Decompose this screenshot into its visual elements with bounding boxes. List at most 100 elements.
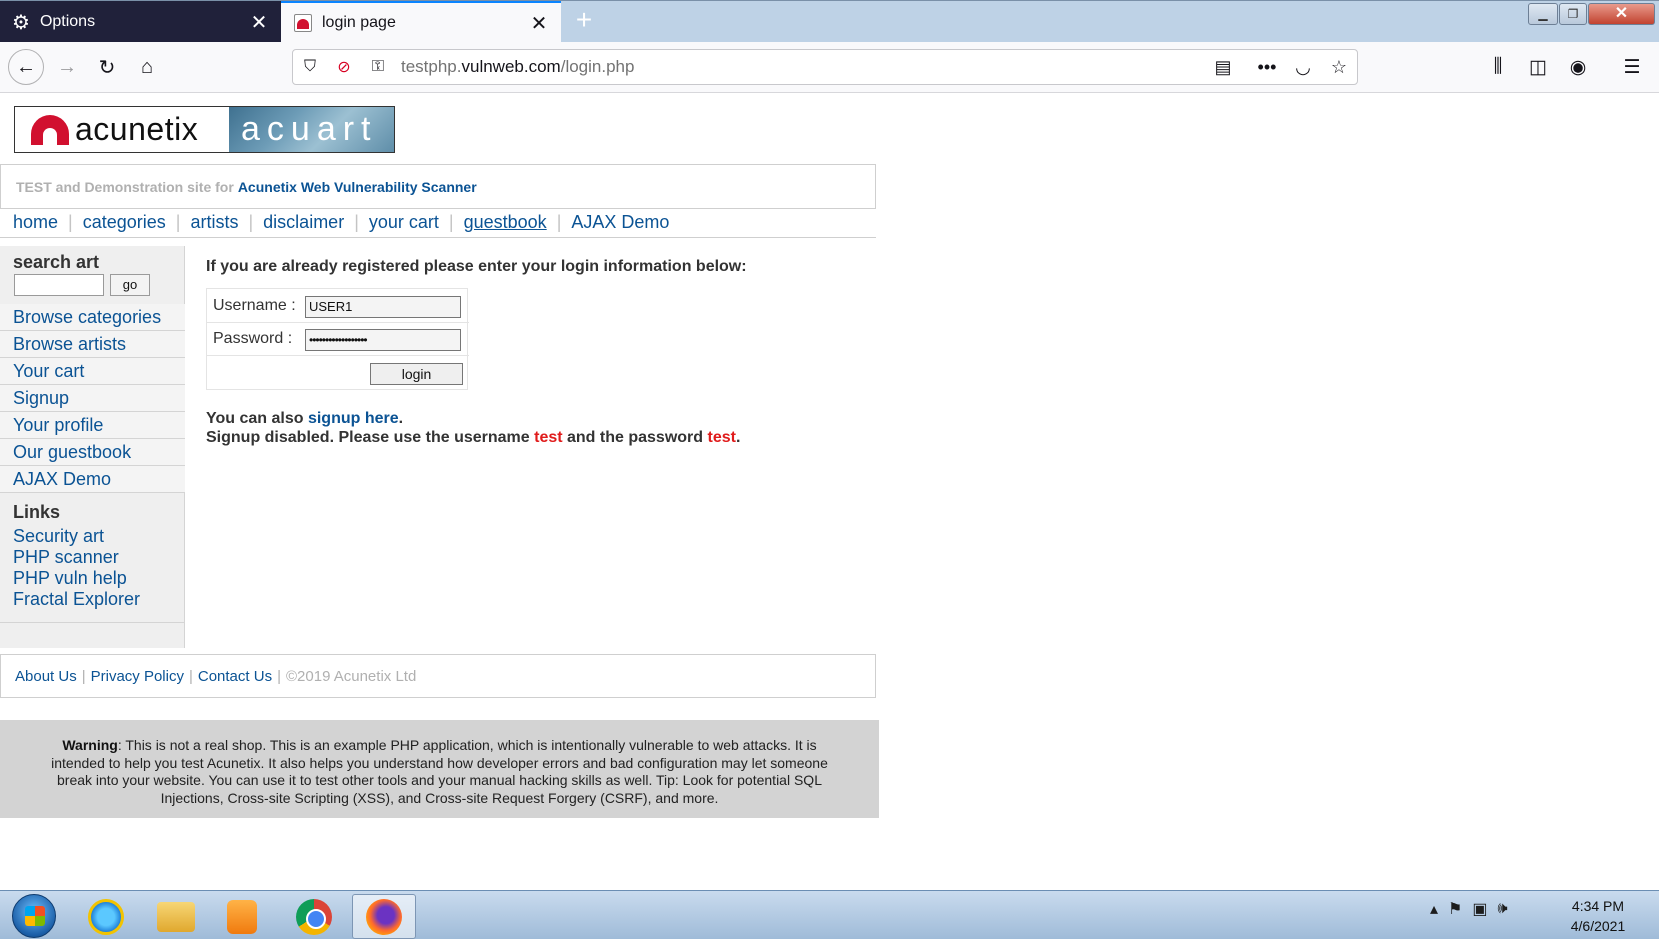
test-password: test — [707, 429, 736, 446]
acunetix-favicon-icon — [294, 14, 312, 32]
sidebar-item-ajax-demo[interactable]: AJAX Demo — [0, 466, 185, 493]
web-page: acunetix acuart TEST and Demonstration s… — [0, 93, 1659, 890]
nav-guestbook[interactable]: guestbook — [464, 212, 547, 233]
media-player-icon[interactable] — [210, 894, 274, 939]
nav-disclaimer[interactable]: disclaimer — [263, 212, 344, 233]
page-footer: About Us | Privacy Policy | Contact Us | ©2… — [0, 654, 876, 698]
sidebar-item-browse-artists[interactable]: Browse artists — [0, 331, 185, 358]
windows-taskbar: ▴ ⚑ ▣ 🕪 4:34 PM 4/6/2021 — [0, 890, 1659, 939]
url-text[interactable]: testphp.vulnweb.com/login.php — [401, 57, 1205, 77]
acunetix-wordmark: acunetix — [75, 111, 199, 147]
signup-text: You can also signup here. — [206, 410, 404, 427]
login-button[interactable]: login — [370, 363, 463, 385]
nav-ajax-demo[interactable]: AJAX Demo — [571, 212, 669, 233]
password-row: Password : •••••••••••••••••• — [207, 322, 469, 356]
tab-login-page[interactable]: login page ✕ — [281, 1, 561, 43]
firefox-icon[interactable] — [352, 894, 416, 939]
start-button[interactable] — [12, 894, 56, 938]
username-field[interactable]: USER1 — [305, 296, 461, 318]
clock[interactable]: 4:34 PM 4/6/2021 — [1553, 896, 1643, 936]
tagline: TEST and Demonstration site for Acunetix… — [0, 164, 876, 209]
signup-link[interactable]: signup here — [308, 410, 399, 427]
sidebar-item-signup[interactable]: Signup — [0, 385, 185, 412]
acunetix-logo[interactable]: acunetix — [15, 107, 229, 152]
tab-label: Options — [39, 13, 96, 30]
internet-explorer-icon[interactable] — [74, 894, 138, 939]
tab-options[interactable]: ⚙ Options ✕ — [0, 1, 281, 43]
system-tray: ▴ ⚑ ▣ 🕪 — [1430, 899, 1508, 919]
footer-contact-us[interactable]: Contact Us — [198, 668, 272, 685]
footer-about-us[interactable]: About Us — [15, 668, 77, 685]
sidebar-menu: Browse categories Browse artists Your ca… — [0, 304, 185, 493]
close-icon[interactable]: ✕ — [523, 11, 555, 36]
link-php-vuln-help[interactable]: PHP vuln help — [13, 568, 140, 589]
password-label: Password : — [213, 330, 293, 347]
insecure-lock-icon[interactable]: ⊘ — [327, 57, 361, 77]
forward-icon[interactable]: → — [50, 50, 84, 84]
sidebar-item-browse-categories[interactable]: Browse categories — [0, 304, 185, 331]
nav-artists[interactable]: artists — [190, 212, 238, 233]
nav-your-cart[interactable]: your cart — [369, 212, 439, 233]
search-input[interactable] — [14, 274, 104, 296]
acunetix-mark-icon — [31, 114, 69, 145]
shield-icon[interactable]: ⛉ — [293, 58, 327, 76]
sidebar-item-your-cart[interactable]: Your cart — [0, 358, 185, 385]
volume-icon[interactable]: 🕪 — [1498, 900, 1508, 918]
username-label: Username : — [213, 297, 296, 314]
acuart-logo[interactable]: acuart — [229, 107, 394, 152]
username-row: Username : USER1 — [207, 289, 469, 323]
action-center-flag-icon[interactable]: ⚑ — [1448, 899, 1462, 919]
close-icon[interactable]: ✕ — [243, 10, 275, 35]
pocket-icon[interactable]: ◡ — [1285, 57, 1321, 78]
clock-time: 4:34 PM — [1571, 898, 1625, 914]
sidebar-icon[interactable]: ◫ — [1520, 50, 1556, 84]
divider — [0, 622, 184, 623]
warning-box: Warning: This is not a real shop. This i… — [0, 720, 879, 818]
minimize-button[interactable]: ▁ — [1528, 3, 1558, 25]
top-navigation: home | categories | artists | disclaimer | y… — [0, 208, 876, 238]
sidebar: search art go Browse categories Browse a… — [0, 246, 185, 648]
password-field[interactable]: •••••••••••••••••• — [305, 329, 461, 351]
nav-categories[interactable]: categories — [83, 212, 166, 233]
scanner-link[interactable]: Acunetix Web Vulnerability Scanner — [238, 179, 477, 195]
page-actions-icon[interactable]: ••• — [1249, 57, 1285, 78]
signup-disabled-text: Signup disabled. Please use the username… — [206, 429, 741, 446]
key-icon[interactable]: ⚿ — [361, 58, 395, 76]
restore-button[interactable]: ❐ — [1559, 3, 1587, 25]
bookmark-star-icon[interactable]: ☆ — [1321, 57, 1357, 78]
links-title: Links — [13, 502, 61, 522]
search-go-button[interactable]: go — [110, 274, 150, 296]
site-logo[interactable]: acunetix acuart — [14, 106, 395, 153]
sidebar-item-your-profile[interactable]: Your profile — [0, 412, 185, 439]
tab-label: login page — [322, 14, 396, 31]
clock-date: 4/6/2021 — [1570, 918, 1626, 934]
menu-icon[interactable]: ☰ — [1614, 50, 1650, 84]
login-form: Username : USER1 Password : ••••••••••••… — [206, 288, 469, 390]
footer-privacy-policy[interactable]: Privacy Policy — [91, 668, 184, 685]
reader-view-icon[interactable]: ▤ — [1205, 57, 1241, 78]
new-tab-button[interactable]: + — [570, 6, 598, 35]
copyright: ©2019 Acunetix Ltd — [285, 667, 417, 685]
nav-home[interactable]: home — [13, 212, 58, 233]
chrome-icon[interactable] — [282, 894, 346, 939]
library-icon[interactable]: ⫼ — [1480, 50, 1516, 84]
file-explorer-icon[interactable] — [144, 894, 208, 939]
network-icon[interactable]: ▣ — [1472, 899, 1487, 919]
back-icon[interactable]: ← — [8, 49, 44, 85]
reload-icon[interactable]: ↻ — [90, 50, 124, 84]
window-close-button[interactable]: ✕ — [1588, 3, 1655, 25]
link-php-scanner[interactable]: PHP scanner — [13, 547, 140, 568]
tab-strip: ⚙ Options ✕ login page ✕ + ▁ ❐ ✕ — [0, 0, 1659, 43]
home-icon[interactable]: ⌂ — [130, 50, 164, 84]
show-hidden-icons-icon[interactable]: ▴ — [1430, 899, 1438, 919]
address-bar[interactable]: ⛉ ⊘ ⚿ testphp.vulnweb.com/login.php ▤ ••… — [292, 49, 1358, 85]
test-username: test — [534, 429, 563, 446]
login-heading: If you are already registered please ent… — [206, 258, 747, 275]
navigation-toolbar: ← → ↻ ⌂ ⛉ ⊘ ⚿ testphp.vulnweb.com/login.… — [0, 42, 1659, 93]
link-security-art[interactable]: Security art — [13, 526, 140, 547]
tagline-text: TEST and Demonstration site for — [16, 178, 234, 195]
account-icon[interactable]: ◉ — [1560, 50, 1596, 84]
sidebar-item-our-guestbook[interactable]: Our guestbook — [0, 439, 185, 466]
external-links: Security art PHP scanner PHP vuln help F… — [13, 526, 140, 610]
link-fractal-explorer[interactable]: Fractal Explorer — [13, 589, 140, 610]
